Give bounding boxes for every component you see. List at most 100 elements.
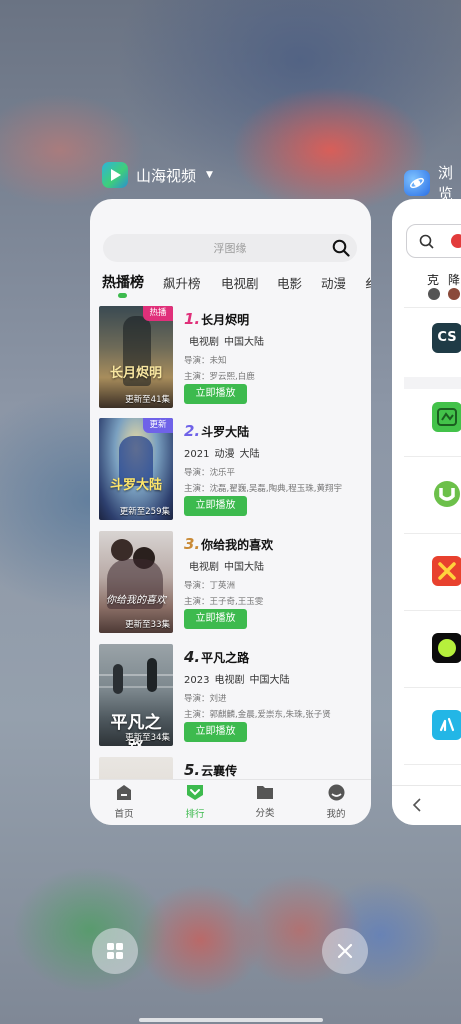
- rank-number: 1.: [184, 310, 201, 328]
- notification-dot-icon: [451, 234, 461, 248]
- split-screen-button[interactable]: [92, 928, 138, 974]
- close-icon: [337, 943, 353, 959]
- nav-home[interactable]: 首页: [99, 784, 149, 820]
- list-item[interactable]: 斗罗大陆 更新至259集 更新 2.斗罗大陆 2021 动漫 大陆 导演：沈乐平 主…: [99, 418, 364, 522]
- utorrent-icon[interactable]: [432, 479, 461, 509]
- item-cast: 主演：罗云熙,白鹿: [184, 372, 255, 382]
- item-info: 3.你给我的喜欢 电视剧 中国大陆 导演：丁英洲 主演：王子奇,王玉雯 立即播放: [184, 535, 369, 629]
- main-app-card[interactable]: 浮图缘 热播榜 飙升榜 电视剧 电影 动漫 纟 长月烬明 更新至41集 热播 1…: [90, 199, 371, 825]
- play-button[interactable]: 立即播放: [184, 384, 247, 404]
- item-title-line: 4.平凡之路: [184, 648, 369, 666]
- item-genre: 电视剧: [214, 675, 245, 686]
- item-director: 导演：刘进: [184, 694, 227, 704]
- poster-title: 斗罗大陆: [109, 478, 162, 493]
- item-info: 5.云襄传: [184, 761, 369, 779]
- play-button[interactable]: 立即播放: [184, 609, 247, 629]
- item-title: 你给我的喜欢: [201, 538, 274, 552]
- item-director: 导演：丁英洲: [184, 581, 236, 591]
- list-item[interactable]: 你给我的喜欢 更新至33集 3.你给我的喜欢 电视剧 中国大陆 导演：丁英洲 主演…: [99, 531, 364, 635]
- nav-profile[interactable]: 我的: [311, 784, 361, 820]
- character-avatar-icon: [448, 288, 460, 300]
- item-genre: 动漫: [214, 449, 235, 460]
- poster-title: 长月烬明: [109, 366, 162, 381]
- browser-bottom-bar: [392, 785, 461, 825]
- grid-icon: [107, 943, 123, 959]
- main-app-name: 山海视频: [136, 166, 197, 185]
- app-red-icon[interactable]: [432, 556, 461, 586]
- item-title-line: 3.你给我的喜欢: [184, 535, 369, 553]
- browser-search-bar[interactable]: [406, 224, 461, 258]
- tab-movie[interactable]: 电影: [277, 273, 302, 292]
- app-dark-icon[interactable]: [432, 633, 461, 663]
- rank-number: 4.: [184, 648, 201, 666]
- list-item[interactable]: 长月烬明 更新至41集 热播 1.长月烬明 电视剧 中国大陆 导演：未知 主演：罗…: [99, 306, 364, 410]
- divider: [404, 610, 461, 611]
- divider: [404, 764, 461, 765]
- clear-all-button[interactable]: [322, 928, 368, 974]
- update-label: 更新至34集: [125, 733, 170, 743]
- ranking-icon: [187, 785, 203, 800]
- divider: [404, 307, 461, 308]
- browser-app-card[interactable]: 克降 CS: [392, 199, 461, 825]
- tab-rising[interactable]: 飙升榜: [163, 273, 201, 292]
- item-title: 斗罗大陆: [201, 425, 250, 439]
- item-year: 2021: [184, 449, 210, 460]
- character-avatar-icon: [428, 288, 440, 300]
- play-button[interactable]: 立即播放: [184, 496, 247, 516]
- search-placeholder: 浮图缘: [213, 242, 247, 255]
- tab-anime[interactable]: 动漫: [321, 273, 346, 292]
- item-title: 云襄传: [201, 764, 238, 778]
- item-genre: 电视剧: [189, 337, 219, 348]
- search-icon[interactable]: [332, 239, 350, 257]
- status-badge: 热播: [143, 306, 173, 321]
- app-green-icon[interactable]: [432, 402, 461, 432]
- update-label: 更新至41集: [125, 395, 170, 405]
- item-region: 大陆: [239, 449, 260, 460]
- poster[interactable]: 斗罗大陆 更新至259集 更新: [99, 418, 173, 520]
- item-year: 2023: [184, 675, 210, 686]
- main-app-header[interactable]: 山海视频 ▼: [102, 162, 213, 188]
- search-bar[interactable]: 浮图缘: [103, 234, 357, 262]
- tab-hot[interactable]: 热播榜: [102, 272, 144, 292]
- item-cast: 主演：沈磊,翟巍,吴磊,陶典,程玉珠,黄翔宇: [184, 484, 343, 494]
- item-cast: 主演：王子奇,王玉雯: [184, 597, 264, 607]
- item-info: 1.长月烬明 电视剧 中国大陆 导演：未知 主演：罗云熙,白鹿 立即播放: [184, 310, 369, 404]
- divider: [404, 687, 461, 688]
- list-item[interactable]: 平凡之路 更新至34集 4.平凡之路 2023 电视剧中国大陆 导演：刘进 主演：…: [99, 644, 364, 748]
- tab-indicator: [118, 293, 127, 298]
- home-indicator[interactable]: [139, 1018, 323, 1022]
- poster[interactable]: 你给我的喜欢 更新至33集: [99, 531, 173, 633]
- divider: [404, 456, 461, 457]
- item-region: 中国大陆: [224, 337, 264, 348]
- item-meta: 电视剧 中国大陆: [184, 333, 369, 348]
- app-cs-icon[interactable]: CS: [432, 323, 461, 353]
- bottom-navigation: 首页 排行 分类 我的: [90, 779, 371, 825]
- update-label: 更新至33集: [125, 620, 170, 630]
- chevron-down-icon[interactable]: ▼: [206, 170, 213, 180]
- tab-tv[interactable]: 电视剧: [221, 273, 259, 292]
- nav-ranking-label: 排行: [185, 809, 205, 820]
- item-meta: 2023 电视剧 中国大陆: [184, 671, 369, 686]
- item-title-line: 5.云襄传: [184, 761, 369, 779]
- nav-ranking[interactable]: 排行: [170, 784, 220, 820]
- nav-category[interactable]: 分类: [240, 784, 290, 819]
- back-arrow-icon[interactable]: [412, 798, 422, 812]
- rank-number: 3.: [184, 535, 201, 553]
- second-app-header[interactable]: 浏览: [404, 162, 461, 204]
- play-button[interactable]: 立即播放: [184, 722, 247, 742]
- status-badge: 更新: [143, 418, 173, 433]
- app-blue-icon[interactable]: [432, 710, 461, 740]
- item-meta: 2021 动漫 大陆: [184, 445, 369, 460]
- poster[interactable]: 长月烬明 更新至41集 热播: [99, 306, 173, 408]
- poster-title: 你给我的喜欢: [106, 595, 166, 606]
- item-meta: 电视剧 中国大陆: [184, 558, 369, 573]
- divider: [404, 377, 461, 389]
- search-icon: [419, 234, 434, 249]
- item-info: 2.斗罗大陆 2021 动漫 大陆 导演：沈乐平 主演：沈磊,翟巍,吴磊,陶典,程玉…: [184, 422, 369, 516]
- tab-more[interactable]: 纟: [365, 273, 371, 292]
- item-region: 中国大陆: [224, 562, 264, 573]
- browser-logo-icon: [404, 170, 430, 196]
- item-cast: 主演：郭麒麟,金晨,爱崇东,朱珠,张子贤: [184, 710, 331, 720]
- profile-icon: [328, 784, 344, 801]
- poster[interactable]: 平凡之路 更新至34集: [99, 644, 173, 746]
